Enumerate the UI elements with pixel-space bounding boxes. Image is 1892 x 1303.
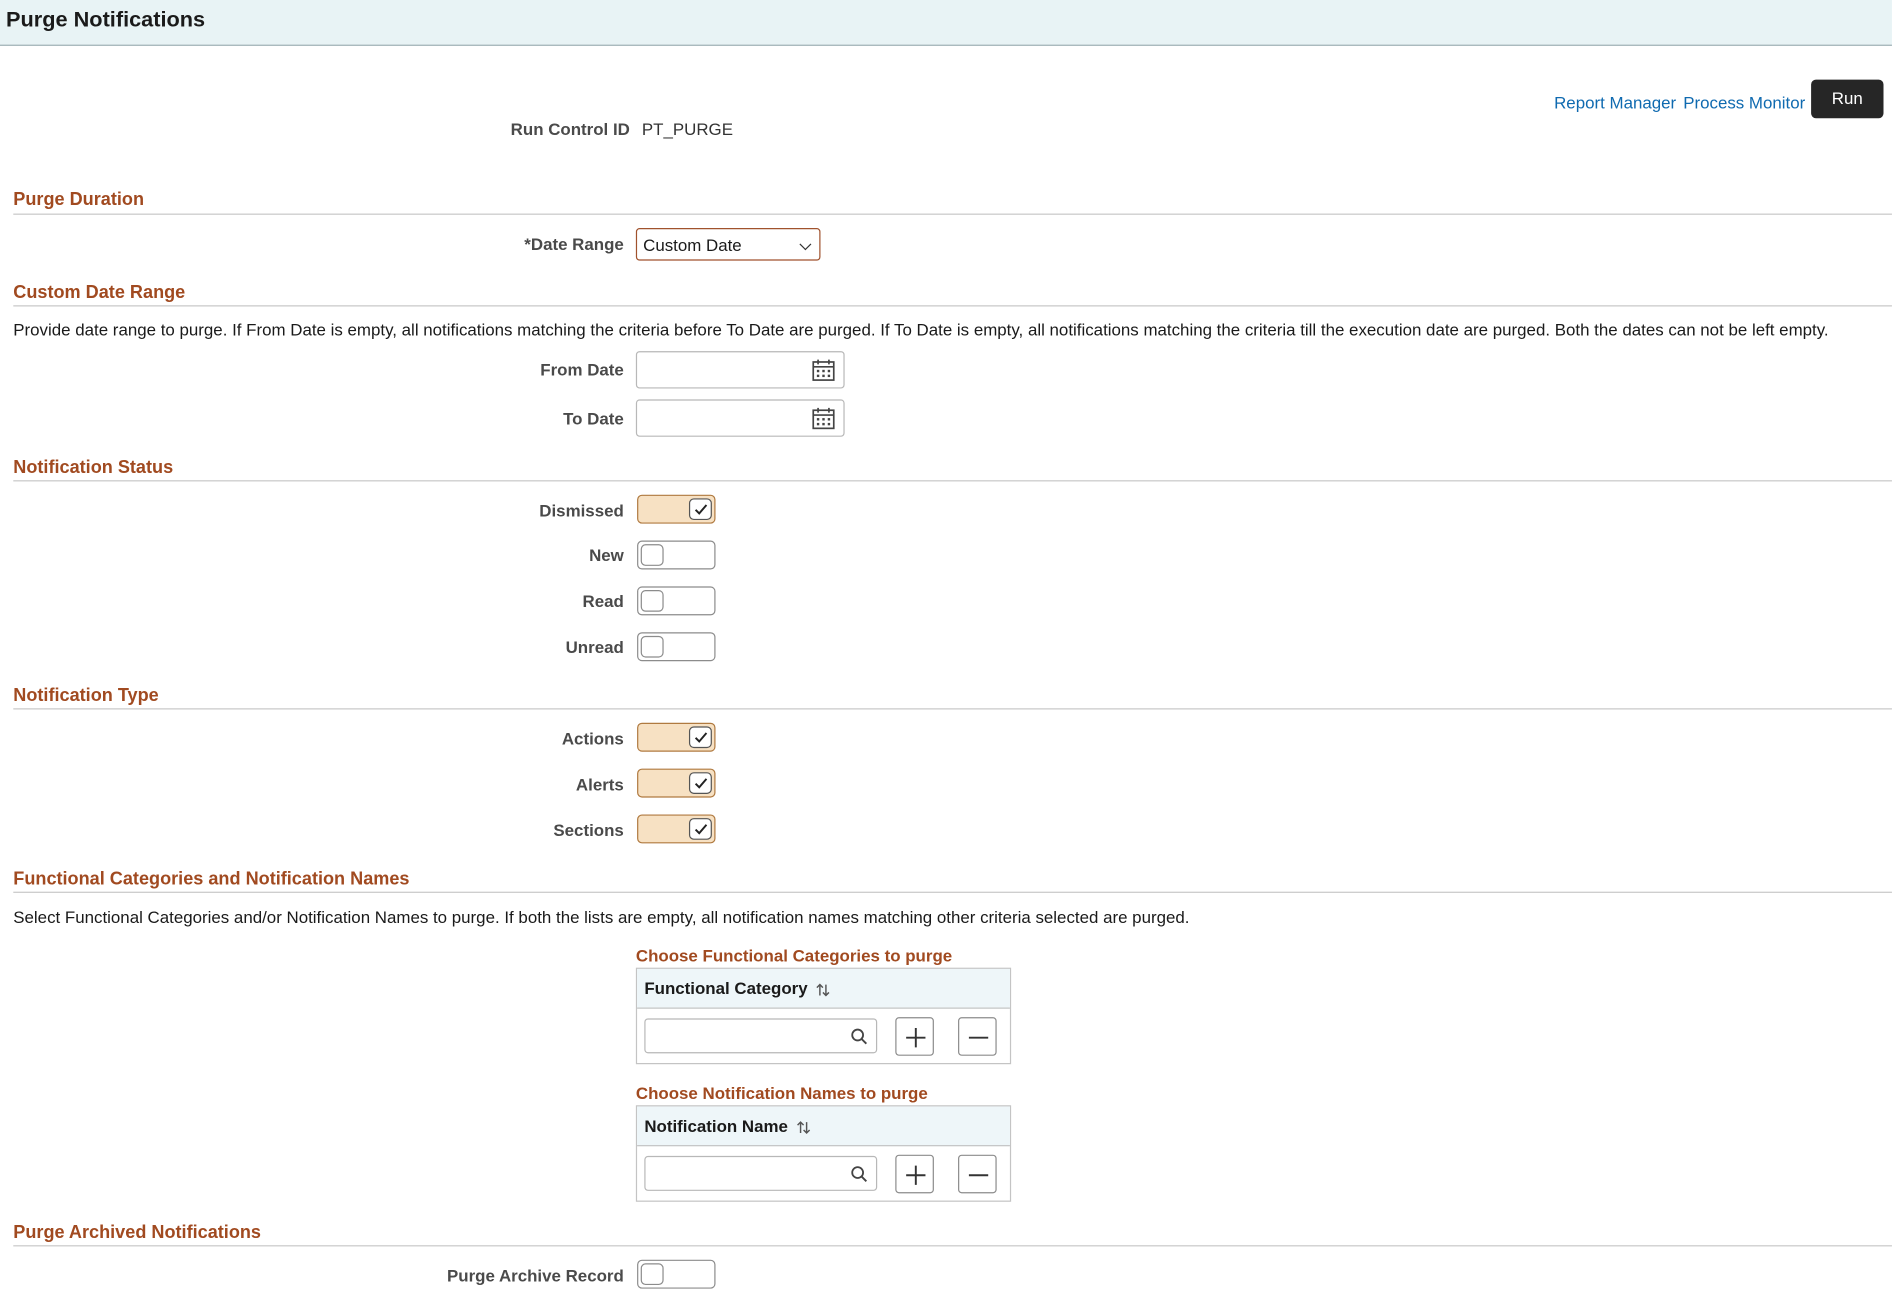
date-range-select[interactable]: Custom Date xyxy=(635,228,821,261)
purge-archive-record-toggle[interactable] xyxy=(637,1259,716,1289)
toggle-knob xyxy=(688,772,712,794)
toggle-knob xyxy=(688,726,712,749)
categories-grid: Functional Category xyxy=(635,967,1012,1065)
names-column-label: Notification Name xyxy=(644,1116,788,1136)
purge-duration-title: Purge Duration xyxy=(13,189,145,210)
categories-column-label: Functional Category xyxy=(644,978,808,998)
custom-date-range-title: Custom Date Range xyxy=(13,282,186,303)
page: Purge Notifications Report Manager Proce… xyxy=(0,0,1892,1303)
sort-icon[interactable] xyxy=(816,982,830,998)
functional-category-search-input[interactable] xyxy=(644,1018,878,1054)
toggle-knob xyxy=(688,818,712,840)
to-date-label: To Date xyxy=(563,409,624,429)
add-category-button[interactable] xyxy=(895,1017,934,1056)
status-dismissed-toggle[interactable] xyxy=(637,494,716,524)
add-name-button[interactable] xyxy=(895,1154,934,1194)
from-date-input[interactable] xyxy=(635,351,845,389)
type-actions-toggle[interactable] xyxy=(637,722,716,752)
divider xyxy=(13,305,1892,307)
from-date-label: From Date xyxy=(540,359,624,379)
functional-section-title: Functional Categories and Notification N… xyxy=(13,868,410,890)
divider xyxy=(13,708,1892,710)
remove-category-button[interactable] xyxy=(958,1017,997,1056)
chevron-down-icon xyxy=(799,238,812,251)
search-icon[interactable] xyxy=(851,1166,868,1183)
toggle-knob xyxy=(688,498,712,521)
toggle-knob xyxy=(640,1263,664,1286)
custom-date-range-description: Provide date range to purge. If From Dat… xyxy=(13,319,1829,340)
names-grid-title: Choose Notification Names to purge xyxy=(635,1083,928,1103)
calendar-icon[interactable] xyxy=(812,358,835,381)
divider xyxy=(13,480,1892,482)
divider xyxy=(13,891,1892,893)
divider xyxy=(13,1245,1892,1247)
purge-archive-record-label: Purge Archive Record xyxy=(447,1265,624,1286)
date-range-value: Custom Date xyxy=(643,235,742,255)
toggle-knob xyxy=(640,544,664,566)
check-icon xyxy=(694,778,708,789)
check-icon xyxy=(694,504,708,515)
minus-icon xyxy=(968,1174,989,1177)
status-read-label: Read xyxy=(582,591,624,611)
date-range-label: *Date Range xyxy=(524,234,624,254)
remove-name-button[interactable] xyxy=(958,1154,997,1194)
notification-type-title: Notification Type xyxy=(13,685,159,706)
functional-description: Select Functional Categories and/or Noti… xyxy=(13,907,1190,927)
names-grid: Notification Name xyxy=(635,1105,1012,1202)
calendar-icon[interactable] xyxy=(812,407,835,430)
divider xyxy=(13,213,1892,215)
type-alerts-label: Alerts xyxy=(575,774,624,794)
check-icon xyxy=(694,732,708,743)
plus-icon xyxy=(906,1028,926,1048)
minus-icon xyxy=(968,1036,989,1039)
status-new-label: New xyxy=(589,545,624,565)
type-sections-toggle[interactable] xyxy=(637,814,716,844)
toggle-knob xyxy=(640,635,664,658)
type-sections-label: Sections xyxy=(553,820,624,840)
status-new-toggle[interactable] xyxy=(637,540,716,570)
status-unread-toggle[interactable] xyxy=(637,632,716,662)
to-date-input[interactable] xyxy=(635,399,845,437)
status-unread-label: Unread xyxy=(565,637,624,657)
notification-status-title: Notification Status xyxy=(13,457,174,478)
search-icon[interactable] xyxy=(851,1028,868,1045)
toggle-knob xyxy=(640,590,664,612)
names-grid-header[interactable]: Notification Name xyxy=(637,1106,1010,1147)
categories-grid-header[interactable]: Functional Category xyxy=(637,968,1010,1009)
title-bar: Purge Notifications xyxy=(0,0,1892,46)
status-dismissed-label: Dismissed xyxy=(539,500,624,521)
purge-archived-title: Purge Archived Notifications xyxy=(13,1222,262,1243)
run-button[interactable]: Run xyxy=(1811,79,1884,119)
notification-name-search-input[interactable] xyxy=(644,1155,878,1191)
status-read-toggle[interactable] xyxy=(637,586,716,616)
process-monitor-link[interactable]: Process Monitor xyxy=(1683,93,1805,112)
run-control-label: Run Control ID xyxy=(510,119,630,139)
plus-icon xyxy=(906,1165,926,1185)
sort-icon[interactable] xyxy=(796,1119,811,1135)
categories-grid-title: Choose Functional Categories to purge xyxy=(635,945,953,966)
type-alerts-toggle[interactable] xyxy=(637,768,716,798)
check-icon xyxy=(694,824,708,835)
type-actions-label: Actions xyxy=(561,728,624,749)
page-title: Purge Notifications xyxy=(6,7,206,32)
run-control-value: PT_PURGE xyxy=(641,119,733,139)
report-manager-link[interactable]: Report Manager xyxy=(1554,93,1676,112)
